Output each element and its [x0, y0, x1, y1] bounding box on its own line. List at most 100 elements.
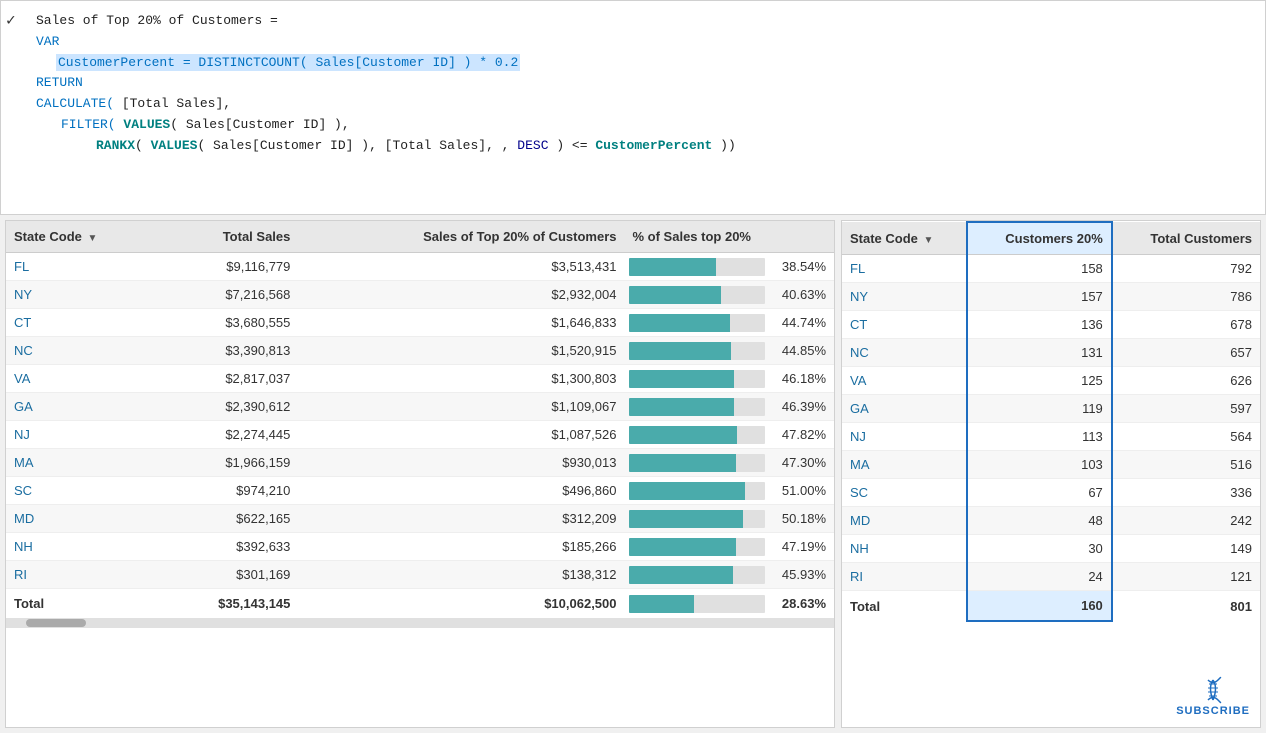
state-cell: MD [6, 505, 161, 533]
code-line-2: VAR [16, 32, 1250, 53]
sort-arrow-right: ▼ [924, 235, 934, 246]
state-cell: GA [6, 393, 161, 421]
pct-label: 46.18% [771, 371, 826, 386]
total-cust-cell: 626 [1112, 367, 1260, 395]
bar-fill [629, 426, 738, 444]
right-col-cust20-header: Customers 20% [967, 222, 1111, 255]
total-sales-cell: $2,390,612 [161, 393, 299, 421]
main-container: ✓ Sales of Top 20% of Customers = VAR Cu… [0, 0, 1266, 733]
subscribe-badge: SUBSCRIBE [1176, 675, 1250, 717]
right-table-row: NH 30 149 [842, 535, 1260, 563]
cust20-cell: 113 [967, 423, 1111, 451]
right-table-row: VA 125 626 [842, 367, 1260, 395]
code-line-7: RANKX( VALUES( Sales[Customer ID] ), [To… [16, 136, 1250, 157]
bar-background [629, 314, 766, 332]
pct-label: 40.63% [771, 287, 826, 302]
total-sales-cell: $3,680,555 [161, 309, 299, 337]
total-sales-cell: $2,274,445 [161, 421, 299, 449]
state-cell: RI [6, 561, 161, 589]
bar-fill [629, 566, 733, 584]
top20-sales-cell: $1,109,067 [298, 393, 624, 421]
right-state-cell: RI [842, 563, 967, 591]
left-table-row: CT $3,680,555 $1,646,833 44.74% [6, 309, 834, 337]
bar-fill [629, 454, 737, 472]
check-icon: ✓ [6, 9, 16, 35]
top20-sales-cell: $1,520,915 [298, 337, 624, 365]
code-text: Sales of Top 20% of Customers = [36, 13, 278, 28]
pct-bar-cell: 50.18% [625, 505, 835, 533]
total-sales-cell: $622,165 [161, 505, 299, 533]
right-footer-state: Total [842, 591, 967, 622]
top20-sales-cell: $312,209 [298, 505, 624, 533]
right-state-cell: MD [842, 507, 967, 535]
cust20-cell: 103 [967, 451, 1111, 479]
pct-bar-cell: 47.82% [625, 421, 835, 449]
bar-fill [629, 370, 734, 388]
right-table-body: FL 158 792 NY 157 786 CT 136 678 NC 131 … [842, 255, 1260, 591]
state-cell: NC [6, 337, 161, 365]
pct-bar-cell: 46.39% [625, 393, 835, 421]
pct-bar-cell: 46.18% [625, 365, 835, 393]
total-cust-cell: 657 [1112, 339, 1260, 367]
right-state-cell: NH [842, 535, 967, 563]
bar-background [629, 286, 766, 304]
right-table-row: RI 24 121 [842, 563, 1260, 591]
pct-bar-cell: 40.63% [625, 281, 835, 309]
cust20-cell: 24 [967, 563, 1111, 591]
cust20-cell: 125 [967, 367, 1111, 395]
bar-fill [629, 510, 743, 528]
right-state-cell: NY [842, 283, 967, 311]
right-table-row: MA 103 516 [842, 451, 1260, 479]
left-table: State Code ▼ Total Sales Sales of Top 20… [6, 221, 834, 618]
total-cust-cell: 792 [1112, 255, 1260, 283]
left-table-row: FL $9,116,779 $3,513,431 38.54% [6, 253, 834, 281]
bar-fill [629, 258, 717, 276]
state-cell: MA [6, 449, 161, 477]
total-sales-cell: $392,633 [161, 533, 299, 561]
cust20-cell: 136 [967, 311, 1111, 339]
right-state-cell: GA [842, 395, 967, 423]
cust20-cell: 119 [967, 395, 1111, 423]
state-cell: FL [6, 253, 161, 281]
left-table-row: NY $7,216,568 $2,932,004 40.63% [6, 281, 834, 309]
state-cell: VA [6, 365, 161, 393]
total-cust-cell: 564 [1112, 423, 1260, 451]
bar-fill [629, 286, 721, 304]
right-state-cell: CT [842, 311, 967, 339]
bar-background [629, 482, 766, 500]
footer-top20-sales: $10,062,500 [298, 589, 624, 619]
right-table-row: NJ 113 564 [842, 423, 1260, 451]
code-line-6: FILTER( VALUES( Sales[Customer ID] ), [16, 115, 1250, 136]
pct-bar-cell: 44.74% [625, 309, 835, 337]
total-cust-cell: 149 [1112, 535, 1260, 563]
code-var-keyword: VAR [36, 34, 59, 49]
right-footer-row: Total 160 801 [842, 591, 1260, 622]
right-state-cell: FL [842, 255, 967, 283]
bar-fill [629, 342, 731, 360]
footer-pct-bar: 28.63% [625, 589, 835, 619]
top20-sales-cell: $1,087,526 [298, 421, 624, 449]
bar-fill [629, 482, 745, 500]
pct-label: 45.93% [771, 567, 826, 582]
scrollbar-area[interactable] [6, 618, 834, 628]
state-cell: NY [6, 281, 161, 309]
scrollbar-thumb[interactable] [26, 619, 86, 627]
code-highlight-text: CustomerPercent = DISTINCTCOUNT( Sales[C… [56, 54, 520, 71]
bar-background [629, 538, 766, 556]
bar-background [629, 510, 766, 528]
bar-background [629, 370, 766, 388]
left-table-footer-row: Total $35,143,145 $10,062,500 28.63% [6, 589, 834, 619]
total-cust-cell: 597 [1112, 395, 1260, 423]
right-table-row: FL 158 792 [842, 255, 1260, 283]
dna-icon [1198, 675, 1228, 705]
left-col-state-header: State Code ▼ [6, 221, 161, 253]
state-cell: NJ [6, 421, 161, 449]
bar-background [629, 454, 766, 472]
cust20-cell: 48 [967, 507, 1111, 535]
bar-background [629, 342, 766, 360]
cust20-cell: 157 [967, 283, 1111, 311]
left-table-header-row: State Code ▼ Total Sales Sales of Top 20… [6, 221, 834, 253]
cust20-cell: 158 [967, 255, 1111, 283]
footer-pct-label: 28.63% [771, 596, 826, 611]
pct-bar-cell: 45.93% [625, 561, 835, 589]
